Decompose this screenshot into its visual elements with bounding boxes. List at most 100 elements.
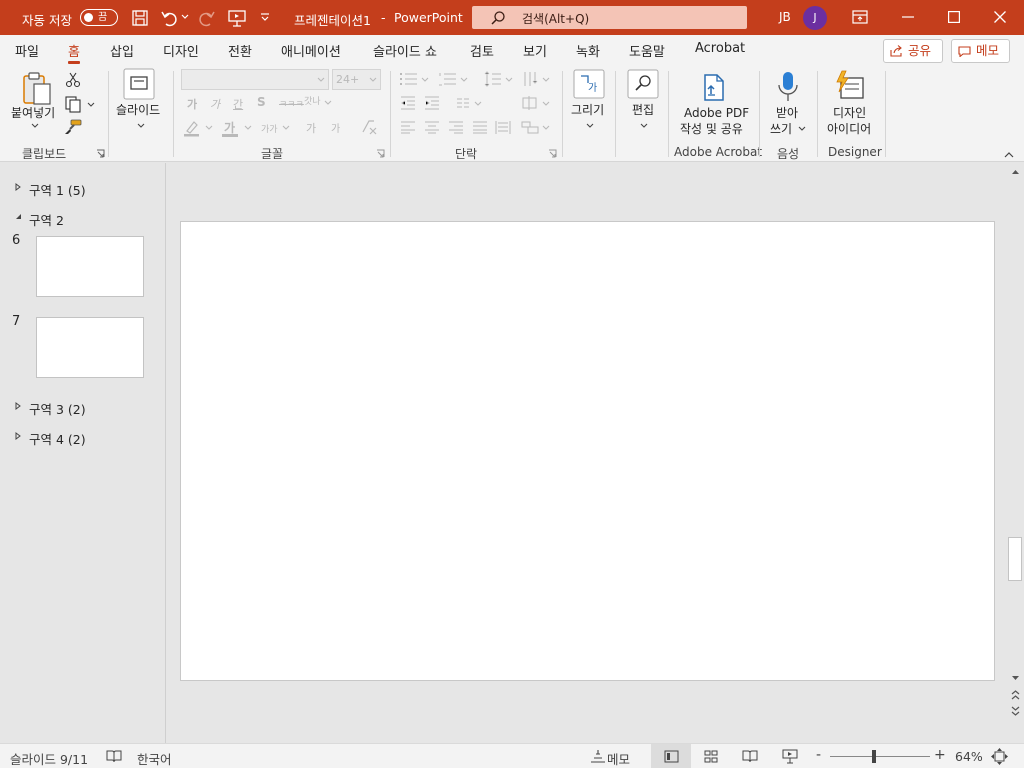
align-text-icon[interactable]: [521, 95, 539, 111]
slide-thumbnail-6[interactable]: [36, 236, 144, 297]
decrease-indent-icon[interactable]: [400, 96, 416, 110]
tab-review[interactable]: 검토: [470, 41, 494, 60]
font-size-combo[interactable]: 24+: [332, 69, 381, 90]
chevron-down-icon[interactable]: [421, 77, 429, 83]
new-slide-label[interactable]: 슬라이드: [116, 103, 160, 118]
expand-arrow-icon[interactable]: [15, 402, 21, 410]
shrink-font-icon[interactable]: 가: [331, 120, 340, 135]
paste-dropdown-icon[interactable]: [31, 123, 39, 129]
italic-icon[interactable]: 가: [210, 96, 220, 112]
presentation-from-start-icon[interactable]: [227, 8, 247, 28]
convert-to-smartart-icon[interactable]: [521, 120, 539, 135]
comments-button[interactable]: 메모: [951, 39, 1010, 63]
tab-insert[interactable]: 삽입: [110, 41, 134, 60]
strikethrough-icon[interactable]: ㅋㅋㅋ: [279, 97, 304, 110]
design-ideas-icon[interactable]: [834, 70, 866, 102]
columns-icon[interactable]: [456, 97, 470, 109]
drawing-label[interactable]: 그리기: [571, 103, 604, 118]
chevron-down-icon[interactable]: [282, 125, 290, 131]
customize-toolbar-icon[interactable]: [260, 12, 270, 22]
editing-search-icon[interactable]: [627, 69, 659, 99]
cut-icon[interactable]: [65, 72, 81, 88]
align-center-icon[interactable]: [424, 121, 440, 134]
copy-icon[interactable]: [65, 96, 83, 113]
adobe-pdf-label-2[interactable]: 작성 및 공유: [680, 122, 743, 137]
chevron-down-icon[interactable]: [460, 77, 468, 83]
share-button[interactable]: 공유: [883, 39, 943, 63]
tab-view[interactable]: 보기: [523, 41, 547, 60]
drawing-dropdown-icon[interactable]: [586, 123, 594, 129]
designer-label-2[interactable]: 아이디어: [827, 122, 871, 137]
language-indicator[interactable]: 한국어: [137, 749, 172, 768]
collapse-ribbon-icon[interactable]: [1004, 151, 1014, 158]
format-painter-icon[interactable]: [64, 119, 82, 135]
highlighter-icon[interactable]: [183, 120, 201, 137]
shadow-icon[interactable]: S: [257, 95, 266, 109]
adobe-pdf-label-1[interactable]: Adobe PDF: [684, 106, 749, 121]
expand-arrow-icon[interactable]: [15, 432, 21, 440]
tab-file[interactable]: 파일: [15, 41, 39, 60]
line-spacing-icon[interactable]: [484, 71, 502, 87]
microphone-icon[interactable]: [777, 71, 799, 103]
notes-icon[interactable]: [590, 750, 606, 763]
tab-animations[interactable]: 애니메이션: [281, 41, 341, 60]
distributed-icon[interactable]: [495, 120, 511, 135]
align-left-icon[interactable]: [400, 121, 416, 134]
chevron-down-icon[interactable]: [542, 77, 550, 83]
chevron-down-icon[interactable]: [474, 101, 482, 107]
vertical-scrollbar[interactable]: [1007, 163, 1024, 743]
fit-to-window-icon[interactable]: [991, 748, 1008, 765]
chevron-down-icon[interactable]: [324, 100, 332, 106]
numbering-icon[interactable]: [439, 72, 457, 86]
align-right-icon[interactable]: [448, 121, 464, 134]
bold-icon[interactable]: 가: [187, 96, 197, 112]
bullets-icon[interactable]: [400, 72, 418, 86]
tab-transitions[interactable]: 전환: [228, 41, 252, 60]
new-slide-icon[interactable]: [123, 68, 155, 100]
chevron-down-icon[interactable]: [505, 77, 513, 83]
designer-label-1[interactable]: 디자인: [833, 106, 866, 121]
normal-view-icon[interactable]: [664, 750, 679, 763]
scroll-down-icon[interactable]: [1011, 675, 1020, 681]
chevron-down-icon[interactable]: [542, 101, 550, 107]
editing-dropdown-icon[interactable]: [640, 123, 648, 129]
tab-home[interactable]: 홈: [68, 41, 80, 64]
section-3[interactable]: 구역 3 (2): [29, 399, 86, 418]
new-slide-dropdown-icon[interactable]: [137, 123, 145, 129]
grow-font-icon[interactable]: 가: [306, 120, 316, 136]
next-slide-icon[interactable]: [1011, 706, 1020, 716]
tab-record[interactable]: 녹화: [576, 41, 600, 60]
underline-icon[interactable]: 간: [233, 96, 243, 112]
adobe-pdf-icon[interactable]: [702, 73, 728, 103]
tab-design[interactable]: 디자인: [163, 41, 199, 60]
paragraph-launcher-icon[interactable]: [548, 149, 557, 158]
expand-arrow-icon[interactable]: [15, 183, 21, 191]
slideshow-view-icon[interactable]: [782, 749, 798, 764]
drawing-shapes-icon[interactable]: 가: [573, 69, 605, 99]
font-family-combo[interactable]: [181, 69, 329, 90]
font-launcher-icon[interactable]: [376, 149, 385, 158]
clipboard-launcher-icon[interactable]: [96, 149, 105, 158]
character-spacing-icon[interactable]: 갓나: [304, 94, 321, 107]
chevron-down-icon[interactable]: [205, 125, 213, 131]
zoom-slider-track[interactable]: [830, 756, 930, 757]
chevron-down-icon[interactable]: [244, 125, 252, 131]
search-box[interactable]: 검색(Alt+Q): [472, 6, 747, 29]
text-direction-icon[interactable]: [522, 71, 540, 87]
change-case-icon[interactable]: 가가: [261, 122, 278, 135]
tab-acrobat[interactable]: Acrobat: [695, 41, 745, 56]
maximize-icon[interactable]: [948, 11, 960, 23]
autosave-toggle[interactable]: 끔: [80, 9, 118, 26]
previous-slide-icon[interactable]: [1011, 690, 1020, 700]
section-1[interactable]: 구역 1 (5): [29, 180, 86, 199]
scroll-thumb[interactable]: [1008, 537, 1022, 581]
zoom-slider-thumb[interactable]: [872, 750, 876, 763]
dictate-label-2[interactable]: 쓰기: [770, 122, 792, 137]
paste-label[interactable]: 붙여넣기: [11, 106, 55, 121]
current-slide[interactable]: [180, 221, 995, 681]
reading-view-icon[interactable]: [742, 750, 758, 763]
editing-label[interactable]: 편집: [632, 103, 654, 118]
zoom-in-button[interactable]: +: [934, 747, 946, 763]
collapse-arrow-icon[interactable]: [15, 213, 22, 220]
copy-dropdown-icon[interactable]: [87, 102, 95, 108]
